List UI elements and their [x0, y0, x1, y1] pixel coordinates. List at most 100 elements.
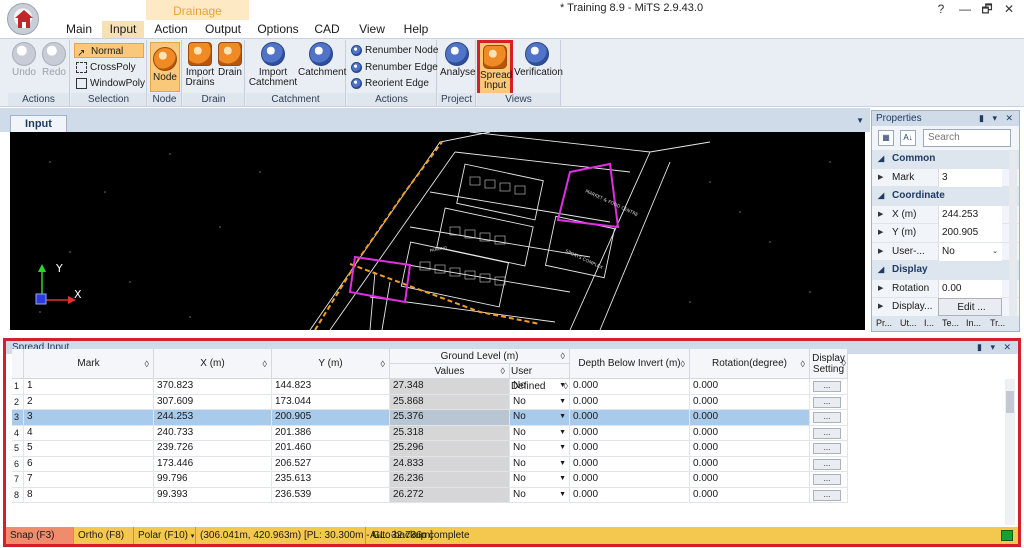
cell-y[interactable]: 201.386: [272, 425, 390, 441]
display-setting-button[interactable]: ...: [813, 381, 841, 392]
tab-main[interactable]: Main: [60, 21, 98, 38]
cell-mark[interactable]: 8: [24, 487, 154, 503]
categorized-view-icon[interactable]: ▦: [878, 130, 894, 146]
cell-ground-level[interactable]: 26.236: [390, 472, 510, 488]
tab-options[interactable]: Options: [254, 21, 302, 38]
tab-view[interactable]: View: [352, 21, 392, 38]
cell-user-defined[interactable]: No ▼: [510, 456, 570, 472]
header-x[interactable]: X (m) ◊: [154, 349, 272, 379]
panel-controls-icon[interactable]: ▮ ▾ ✕: [979, 111, 1016, 126]
redo-button[interactable]: Redo: [40, 42, 68, 92]
chevron-down-icon[interactable]: ▼: [559, 488, 566, 502]
ortho-toggle[interactable]: Ortho (F8): [74, 527, 134, 544]
cell-depth[interactable]: 0.000: [570, 394, 690, 410]
table-row[interactable]: 7 7 99.796 235.613 26.236 No ▼ 0.000 0.000...: [12, 472, 848, 488]
cell-user-defined[interactable]: No ▼: [510, 425, 570, 441]
cell-rotation[interactable]: 0.000: [690, 425, 810, 441]
property-x-value[interactable]: 244.253: [938, 205, 1002, 224]
table-row[interactable]: 6 6 173.446 206.527 24.833 No ▼ 0.000 0.000...: [12, 456, 848, 472]
crosspoly-button[interactable]: CrossPoly: [74, 60, 136, 75]
side-tab-i[interactable]: I...: [924, 318, 934, 328]
cell-x[interactable]: 99.393: [154, 487, 272, 503]
cell-y[interactable]: 236.539: [272, 487, 390, 503]
chevron-down-icon[interactable]: ⌄: [992, 243, 998, 261]
display-setting-button[interactable]: ...: [813, 427, 841, 439]
panel-controls-icon[interactable]: ▮ ▾ ✕: [977, 341, 1014, 354]
property-mark-value[interactable]: 3: [938, 168, 1002, 187]
cell-ground-level[interactable]: 25.296: [390, 441, 510, 457]
cell-rotation[interactable]: 0.000: [690, 441, 810, 457]
cell-rotation[interactable]: 0.000: [690, 472, 810, 488]
header-rotation[interactable]: Rotation(degree) ◊: [690, 349, 810, 379]
help-button[interactable]: ?: [930, 2, 952, 16]
display-setting-button[interactable]: ...: [813, 489, 841, 501]
grid-scrollbar-thumb[interactable]: [1006, 391, 1014, 413]
properties-search-input[interactable]: Search: [923, 129, 1011, 147]
property-rotation-value[interactable]: 0.00: [938, 279, 1002, 298]
cell-user-defined[interactable]: No ▼: [510, 487, 570, 503]
category-coordinate[interactable]: ◢ Coordinate: [872, 187, 1019, 206]
display-setting-button[interactable]: ...: [813, 396, 841, 408]
cell-mark[interactable]: 1: [24, 379, 154, 395]
cell-rotation[interactable]: 0.000: [690, 410, 810, 426]
cell-x[interactable]: 99.796: [154, 472, 272, 488]
table-row[interactable]: 4 4 240.733 201.386 25.318 No ▼ 0.000 0.000...: [12, 425, 848, 441]
cell-depth[interactable]: 0.000: [570, 472, 690, 488]
table-row[interactable]: 8 8 99.393 236.539 26.272 No ▼ 0.000 0.000...: [12, 487, 848, 503]
tab-help[interactable]: Help: [398, 21, 434, 38]
chevron-down-icon[interactable]: ▼: [559, 441, 566, 455]
side-tab-te[interactable]: Te...: [942, 318, 959, 328]
cell-y[interactable]: 173.044: [272, 394, 390, 410]
cell-depth[interactable]: 0.000: [570, 456, 690, 472]
cell-mark[interactable]: 4: [24, 425, 154, 441]
grid-scrollbar[interactable]: [1005, 379, 1015, 525]
cell-rotation[interactable]: 0.000: [690, 487, 810, 503]
cell-x[interactable]: 370.823: [154, 379, 272, 395]
chevron-down-icon[interactable]: ▼: [559, 395, 566, 409]
property-y-value[interactable]: 200.905: [938, 224, 1002, 242]
header-ground-level[interactable]: Ground Level (m) ◊: [390, 349, 570, 364]
header-depth-below-invert[interactable]: Depth Below Invert (m) ◊: [570, 349, 690, 379]
property-user-defined-value[interactable]: No ⌄: [938, 242, 1002, 261]
renumber-node-button[interactable]: Renumber Node: [349, 43, 438, 58]
cell-user-defined[interactable]: No ▼: [510, 410, 570, 426]
side-tab-tr[interactable]: Tr...: [990, 318, 1005, 328]
verification-button[interactable]: Verification: [514, 42, 563, 92]
cell-y[interactable]: 201.460: [272, 441, 390, 457]
analyse-button[interactable]: Analyse: [440, 42, 476, 92]
property-rotation[interactable]: ▶ Rotation 0.00: [872, 279, 1019, 298]
edit-display-button[interactable]: Edit ...: [938, 298, 1002, 316]
tab-cad[interactable]: CAD: [308, 21, 346, 38]
cell-user-defined[interactable]: No ▼: [510, 472, 570, 488]
cell-mark[interactable]: 5: [24, 441, 154, 457]
property-display-setting[interactable]: ▶ Display... Edit ...: [872, 298, 1019, 317]
cell-y[interactable]: 206.527: [272, 456, 390, 472]
cell-depth[interactable]: 0.000: [570, 487, 690, 503]
import-drains-button[interactable]: Import Drains: [184, 42, 216, 92]
display-setting-button[interactable]: ...: [813, 474, 841, 485]
cell-x[interactable]: 307.609: [154, 394, 272, 410]
cell-rotation[interactable]: 0.000: [690, 394, 810, 410]
cell-mark[interactable]: 6: [24, 456, 154, 472]
cell-user-defined[interactable]: No ▼: [510, 441, 570, 457]
app-logo-icon[interactable]: [7, 3, 39, 35]
spread-input-button[interactable]: Spread Input: [477, 40, 513, 96]
side-tab-in[interactable]: In...: [966, 318, 981, 328]
cell-ground-level[interactable]: 25.868: [390, 394, 510, 410]
polar-dropdown-icon[interactable]: ▾: [191, 533, 195, 540]
cell-x[interactable]: 244.253: [154, 410, 272, 426]
cell-x[interactable]: 239.726: [154, 441, 272, 457]
tab-action[interactable]: Action: [148, 21, 194, 38]
chevron-down-icon[interactable]: ▼: [559, 410, 566, 424]
cell-mark[interactable]: 7: [24, 472, 154, 488]
snap-toggle[interactable]: Snap (F3): [6, 527, 74, 544]
header-display-setting[interactable]: Display Setting ◊: [810, 349, 848, 379]
cell-ground-level[interactable]: 24.833: [390, 456, 510, 472]
cell-depth[interactable]: 0.000: [570, 410, 690, 426]
tab-input[interactable]: Input: [102, 21, 144, 38]
cell-ground-level[interactable]: 25.318: [390, 425, 510, 441]
import-catchment-button[interactable]: Import Catchment: [248, 42, 298, 92]
windowpoly-button[interactable]: WindowPoly: [74, 76, 145, 91]
property-y[interactable]: ▶ Y (m) 200.905: [872, 224, 1019, 243]
cell-user-defined[interactable]: No ▼: [510, 379, 570, 395]
